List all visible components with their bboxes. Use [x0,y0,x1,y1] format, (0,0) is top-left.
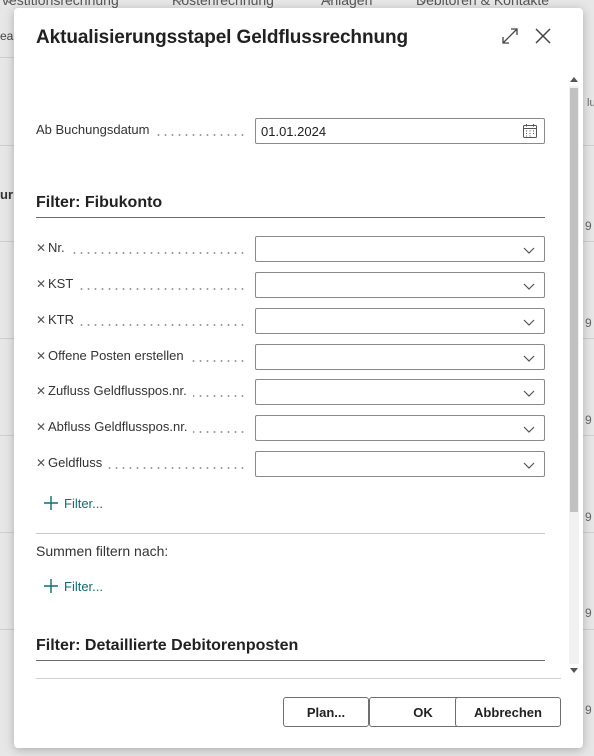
section-divider [36,533,545,534]
bg-right-fragment: lu [587,97,594,109]
remove-filter-icon[interactable]: ✕ [36,456,48,470]
remove-filter-icon[interactable]: ✕ [36,349,48,363]
bg-divider [0,435,14,436]
filter-field-label: ✕ Geldfluss [36,455,246,473]
filter-field-input[interactable] [255,415,545,441]
bg-divider [583,532,594,533]
bg-divider [0,57,14,58]
bg-divider [583,241,594,242]
remove-filter-icon[interactable]: ✕ [36,384,48,398]
chevron-down-icon[interactable] [522,351,536,365]
close-icon[interactable] [531,24,555,48]
filter-field-input[interactable] [255,379,545,405]
chevron-down-icon[interactable] [522,386,536,400]
remove-filter-icon[interactable]: ✕ [36,277,48,291]
bg-divider [0,338,14,339]
bg-nav-item: Anlagen [321,0,372,8]
filter-gl-heading: Filter: Fibukonto [36,194,545,218]
posting-date-row: Ab Buchungsdatum 01.01.2024 [36,118,545,144]
filter-field-input[interactable] [255,236,545,262]
filter-field-input[interactable] [255,451,545,477]
bg-divider [583,338,594,339]
batch-update-dialog: Aktualisierungsstapel Geldflussrechnung … [14,8,583,748]
posting-date-input[interactable]: 01.01.2024 [255,118,545,144]
bg-nav-item: Kostenrechnung [172,0,274,8]
chevron-down-icon[interactable] [522,458,536,472]
dialog-title: Aktualisierungsstapel Geldflussrechnung [36,27,408,48]
filter-field-label: ✕ KTR [36,312,246,330]
bg-left-fragment: ea [0,29,14,43]
bg-right-digit: 9 [585,316,592,330]
plus-icon [44,579,58,593]
totals-filter-label: Summen filtern nach: [36,543,169,559]
remove-filter-icon[interactable]: ✕ [36,420,48,434]
bg-divider [0,629,14,630]
background-nav: vestitionsrechnung Kostenrechnung Anlage… [0,0,594,8]
filter-field-row: ✕ Abfluss Geldflusspos.nr. [36,415,545,441]
calendar-icon[interactable] [522,123,538,139]
bg-right-digit: 9 [585,413,592,427]
plan-button[interactable]: Plan... [283,697,369,727]
filter-field-row: ✕ Offene Posten erstellen [36,344,545,370]
remove-filter-icon[interactable]: ✕ [36,313,48,327]
posting-date-label: Ab Buchungsdatum [36,122,246,140]
add-filter-link[interactable]: Filter... [44,496,103,511]
bg-right-digit: 9 [585,219,592,233]
footer-divider [36,678,561,679]
filter-field-label: ✕ Zufluss Geldflusspos.nr. [36,383,246,401]
filter-field-input[interactable] [255,308,545,334]
bg-divider [0,241,14,242]
plus-icon [44,496,58,510]
chevron-down-icon[interactable] [522,315,536,329]
dialog-content: Ab Buchungsdatum 01.01.2024 Filter: Fibu… [14,72,567,678]
filter-field-row: ✕ KTR [36,308,545,334]
expand-icon[interactable] [498,24,522,48]
bg-right-digit: 9 [585,606,592,620]
filter-field-label: ✕ Nr. [36,240,246,258]
filter-customer-heading: Filter: Detaillierte Debitorenposten [36,637,545,661]
dialog-scrollbar[interactable] [567,72,581,677]
scroll-thumb[interactable] [570,88,578,512]
bg-divider [0,532,14,533]
filter-field-row: ✕ Nr. [36,236,545,262]
bg-divider [0,145,14,146]
cancel-button[interactable]: Abbrechen [455,697,561,727]
filter-field-label: ✕ KST [36,276,246,294]
chevron-down-icon[interactable] [522,279,536,293]
bg-nav-item: vestitionsrechnung [2,0,119,8]
filter-field-row: ✕ KST [36,272,545,298]
filter-field-input[interactable] [255,344,545,370]
filter-field-label: ✕ Offene Posten erstellen [36,348,246,366]
bg-left-fragment: ur [0,187,13,202]
chevron-down-icon[interactable] [522,422,536,436]
filter-field-row: ✕ Zufluss Geldflusspos.nr. [36,379,545,405]
bg-divider [583,435,594,436]
chevron-down-icon[interactable] [522,243,536,257]
bg-right-digit: 9 [585,703,592,717]
bg-nav-item: Debitoren & Kontakte [416,0,549,8]
filter-field-label: ✕ Abfluss Geldflusspos.nr. [36,419,246,437]
bg-right-digit: 9 [585,510,592,524]
bg-divider [583,145,594,146]
filter-field-input[interactable] [255,272,545,298]
scroll-up-icon[interactable] [570,77,578,82]
filter-field-row: ✕ Geldfluss [36,451,545,477]
add-totals-filter-link[interactable]: Filter... [44,579,103,594]
posting-date-value: 01.01.2024 [261,124,327,139]
scroll-down-icon[interactable] [570,668,578,673]
bg-divider [583,629,594,630]
remove-filter-icon[interactable]: ✕ [36,241,48,255]
